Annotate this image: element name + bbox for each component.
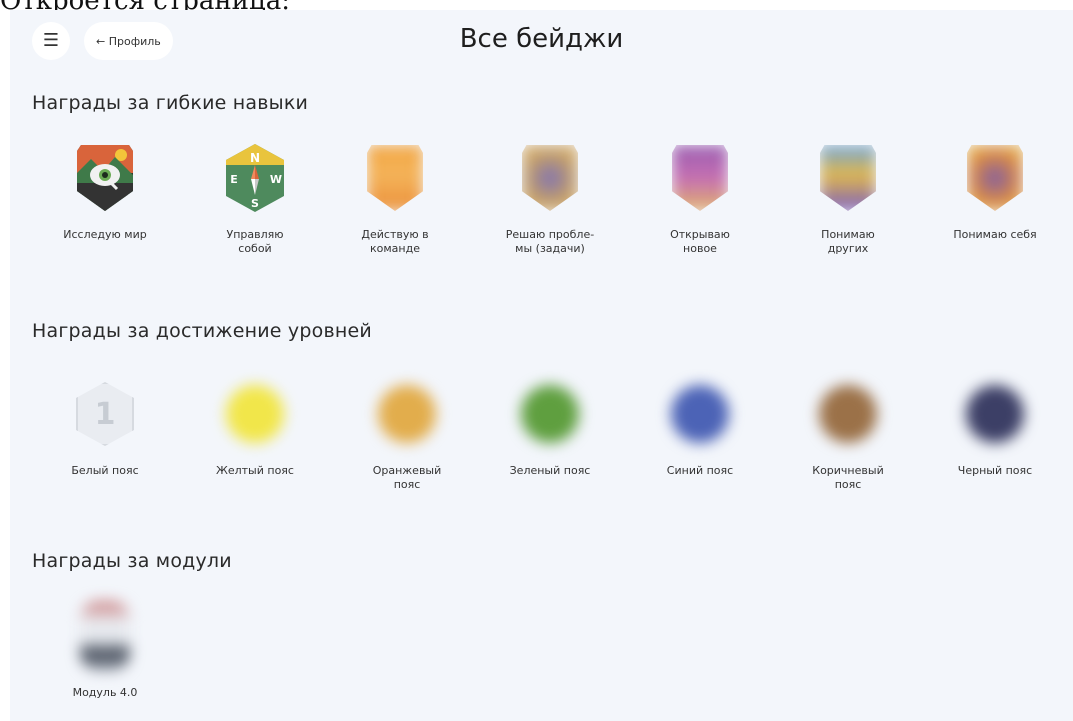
badge-problem-solving[interactable]: Решаю пробле-мы (задачи): [490, 138, 610, 256]
badge-self-management[interactable]: N E W S Управляю собой: [195, 138, 315, 256]
discover-badge-icon: [660, 138, 740, 218]
badge-label: Понимаю себя: [953, 228, 1037, 241]
badge-label: Действую в команде: [361, 228, 429, 255]
explore-eye-icon: [65, 138, 145, 218]
badge-label: Оранжевый пояс: [372, 464, 442, 491]
badge-black-belt[interactable]: Черный пояс: [935, 374, 1055, 478]
problem-badge-icon: [510, 138, 590, 218]
compass-icon: N E W S: [215, 138, 295, 218]
badge-label: Белый пояс: [71, 464, 139, 477]
badge-label: Желтый пояс: [216, 464, 294, 477]
understand-self-badge-icon: [955, 138, 1035, 218]
understand-others-badge-icon: [808, 138, 888, 218]
badge-discover-new[interactable]: Открываю новое: [640, 138, 760, 256]
section-title-modules: Награды за модули: [32, 550, 232, 572]
yellow-belt-icon: [215, 374, 295, 454]
badge-understand-others[interactable]: Понимаю других: [788, 138, 908, 256]
badge-orange-belt[interactable]: Оранжевый пояс: [347, 374, 467, 492]
module-badge-icon: [65, 596, 145, 676]
svg-text:E: E: [230, 173, 238, 186]
svg-text:W: W: [270, 173, 282, 186]
badge-teamwork[interactable]: Действую в команде: [335, 138, 455, 256]
orange-belt-icon: [367, 374, 447, 454]
badge-label: Зеленый пояс: [509, 464, 591, 477]
section-title-soft-skills: Награды за гибкие навыки: [32, 92, 309, 114]
badge-label: Синий пояс: [666, 464, 734, 477]
badge-explore-world[interactable]: Исследую мир: [45, 138, 165, 242]
badges-screen: ☰ ← Профиль Все бейджи Награды за гибкие…: [10, 10, 1073, 721]
black-belt-icon: [955, 374, 1035, 454]
badge-green-belt[interactable]: Зеленый пояс: [490, 374, 610, 478]
badge-understand-self[interactable]: Понимаю себя: [935, 138, 1055, 242]
level-number: 1: [94, 396, 116, 432]
section-title-levels: Награды за достижение уровней: [32, 320, 372, 342]
badge-brown-belt[interactable]: Коричневый пояс: [788, 374, 908, 492]
badge-label: Коричневый пояс: [812, 464, 884, 491]
green-belt-icon: [510, 374, 590, 454]
badge-label: Черный пояс: [957, 464, 1033, 477]
team-badge-icon: [355, 138, 435, 218]
badge-yellow-belt[interactable]: Желтый пояс: [195, 374, 315, 478]
badge-label: Модуль 4.0: [72, 686, 138, 699]
badge-label: Понимаю других: [821, 228, 875, 255]
svg-text:S: S: [251, 197, 259, 210]
badge-module-4-0[interactable]: Модуль 4.0: [45, 596, 165, 700]
badge-label: Открываю новое: [670, 228, 730, 255]
white-belt-icon: 1: [65, 374, 145, 454]
page-title: Все бейджи: [459, 24, 624, 54]
svg-text:N: N: [250, 151, 260, 165]
brown-belt-icon: [808, 374, 888, 454]
blue-belt-icon: [660, 374, 740, 454]
badge-label: Управляю собой: [226, 228, 284, 255]
badge-label: Решаю пробле-мы (задачи): [505, 228, 595, 255]
badge-label: Исследую мир: [63, 228, 147, 241]
badge-blue-belt[interactable]: Синий пояс: [640, 374, 760, 478]
badge-white-belt[interactable]: 1 Белый пояс: [45, 374, 165, 478]
